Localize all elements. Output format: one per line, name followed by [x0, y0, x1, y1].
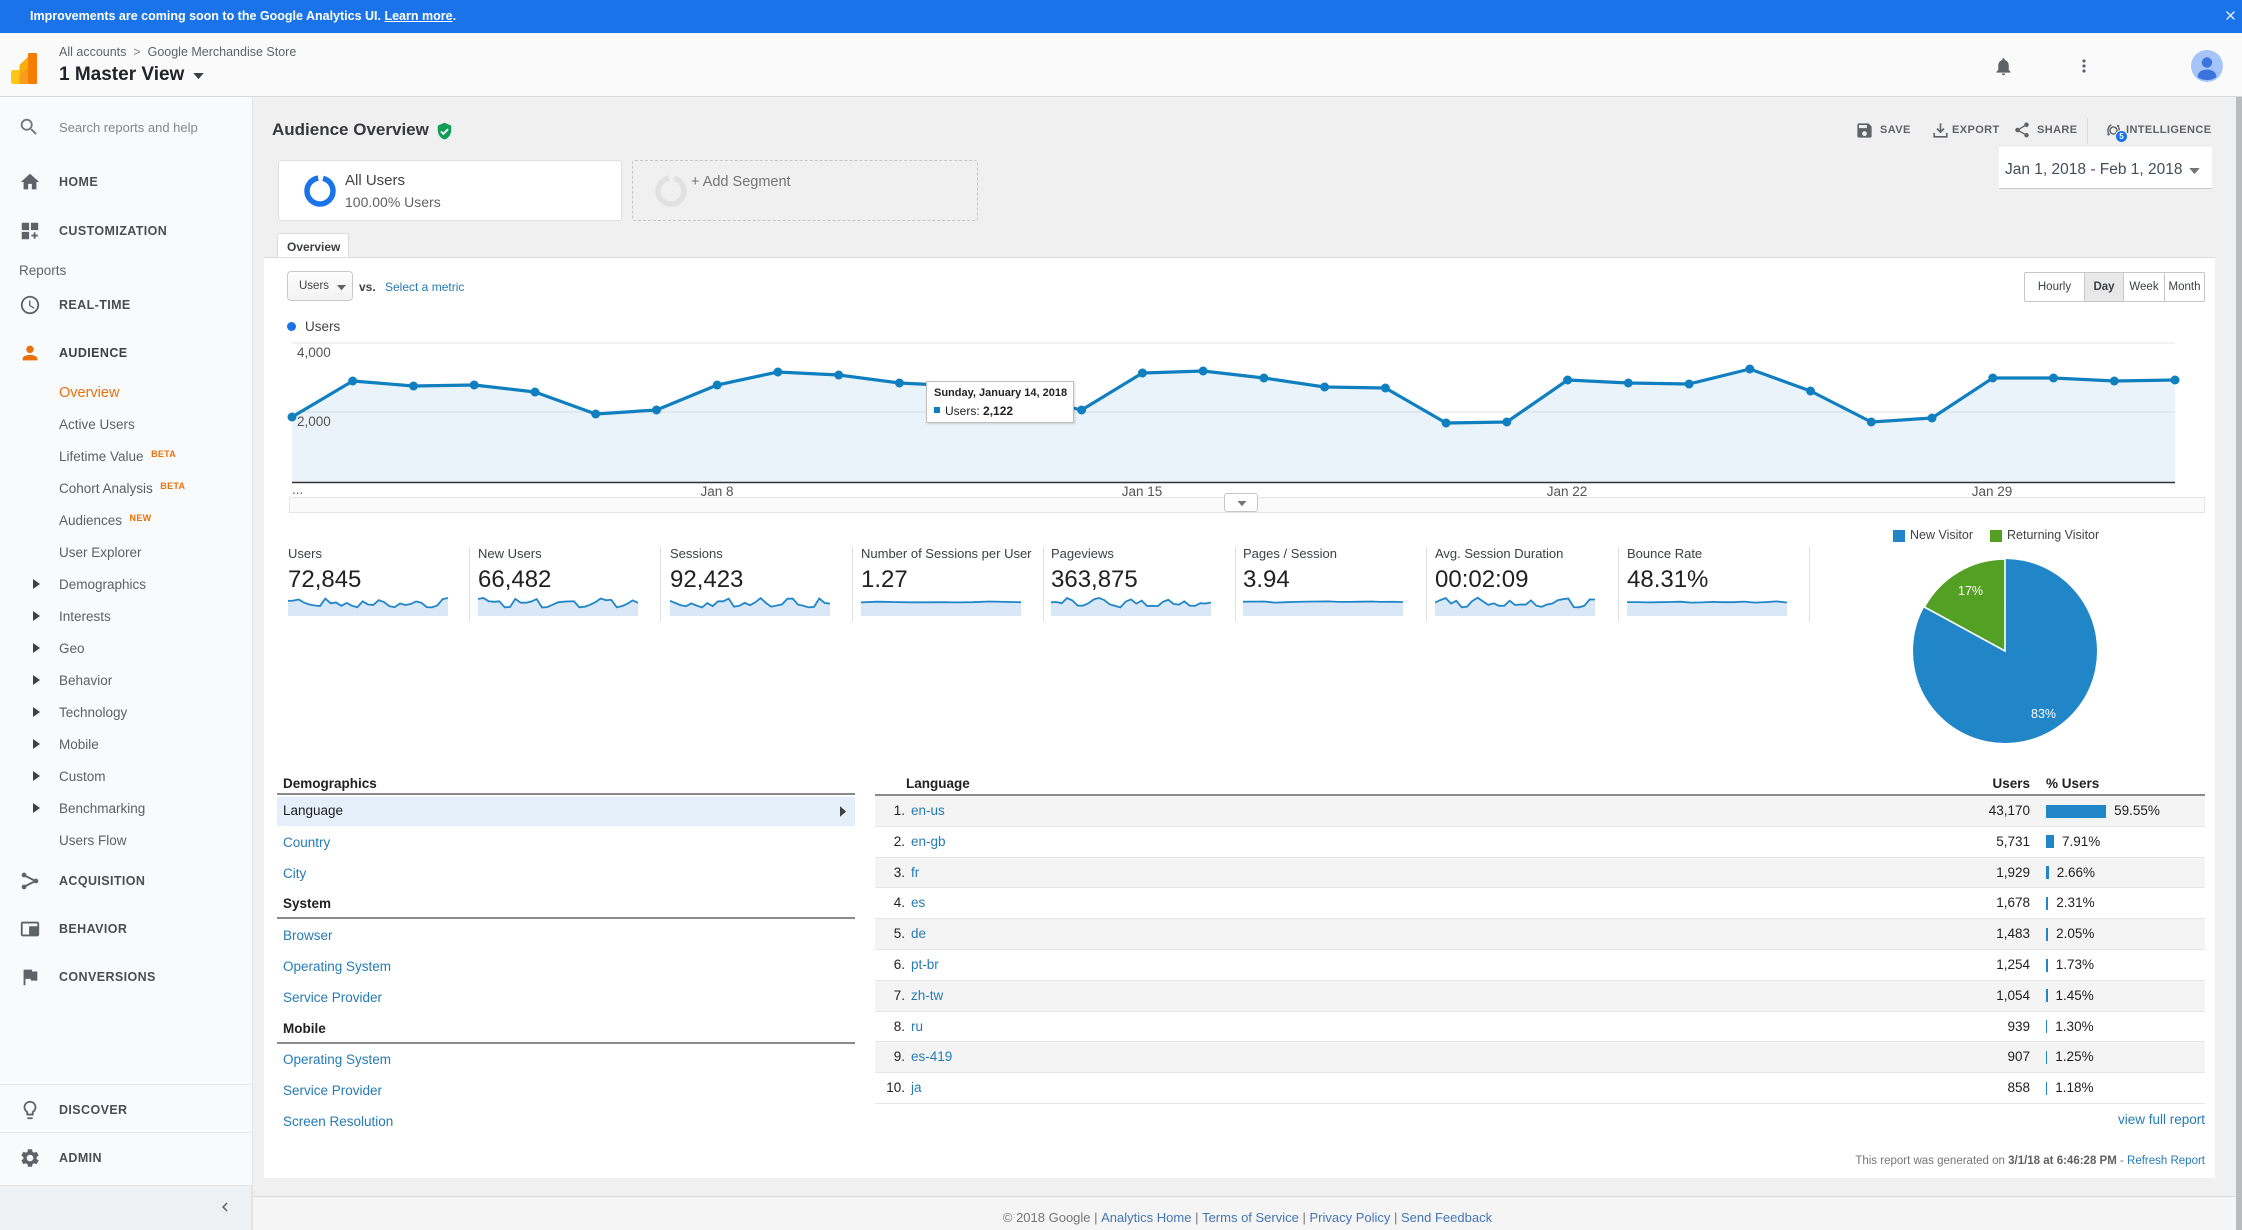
svg-text:83%: 83% [2031, 707, 2056, 721]
svg-text:4,000: 4,000 [297, 345, 331, 360]
svg-text:2,000: 2,000 [297, 414, 331, 429]
svg-text:...: ... [292, 482, 303, 497]
svg-text:17%: 17% [1958, 584, 1983, 598]
